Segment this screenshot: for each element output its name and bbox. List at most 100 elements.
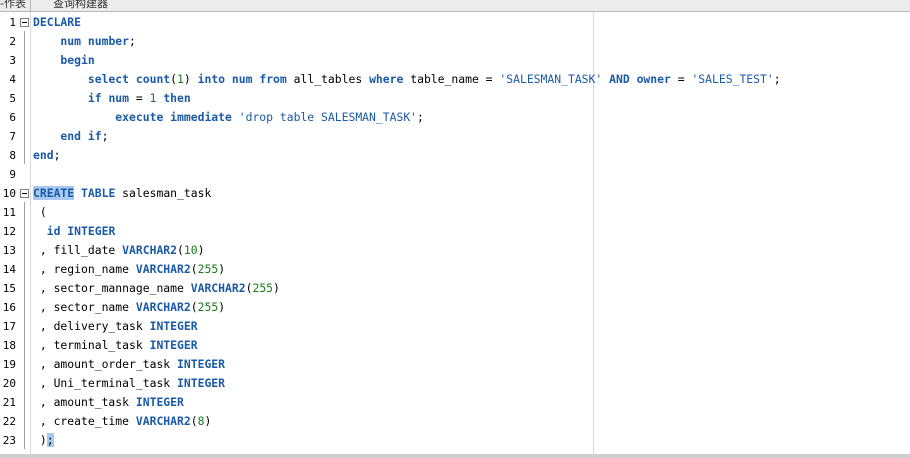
line-number: 8 <box>9 149 16 162</box>
code-token: 10 <box>183 243 198 257</box>
code-text: , delivery_task INTEGER <box>33 317 198 336</box>
code-token: , amount_order_task <box>33 357 178 371</box>
code-token: ) <box>183 72 198 86</box>
code-line[interactable]: 16 , sector_name VARCHAR2(255) <box>0 298 910 317</box>
code-token: VARCHAR2 <box>122 243 178 257</box>
code-text: if num = 1 then <box>33 89 191 108</box>
code-token: ( <box>33 205 47 219</box>
code-line[interactable]: 8 end; <box>0 146 910 165</box>
code-line[interactable]: 5 if num = 1 then <box>0 89 910 108</box>
code-token: if <box>87 129 102 143</box>
code-token: ) <box>197 243 205 257</box>
line-number: 3 <box>9 54 16 67</box>
code-token: 'drop table SALESMAN_TASK' <box>238 110 418 124</box>
line-number: 4 <box>9 73 16 86</box>
code-text: end if; <box>33 127 108 146</box>
code-line[interactable]: 13 , fill_date VARCHAR2(10) <box>0 241 910 260</box>
sql-editor[interactable]: 1 DECLARE 2 num number; 3 begin 4 select cou… <box>0 12 910 458</box>
code-token: into <box>197 72 232 86</box>
fold-collapse-icon[interactable] <box>20 18 29 27</box>
code-token: 'SALES_TEST' <box>691 72 774 86</box>
code-line[interactable]: 22 , create_time VARCHAR2(8) <box>0 412 910 431</box>
code-token: ) <box>218 300 226 314</box>
code-line[interactable]: 7 end if; <box>0 127 910 146</box>
code-token: , sector_mannage_name <box>33 281 191 295</box>
code-text: , terminal_task INTEGER <box>33 336 198 355</box>
code-token: ; <box>46 433 54 447</box>
code-token: DECLARE <box>33 15 82 29</box>
code-token: CREATE <box>33 186 75 200</box>
line-number: 10 <box>2 187 16 200</box>
code-token: num <box>231 72 260 86</box>
code-token: num <box>33 34 88 48</box>
code-line[interactable]: 21 , amount_task INTEGER <box>0 393 910 412</box>
code-text: , fill_date VARCHAR2(10) <box>33 241 205 260</box>
code-text: id INTEGER <box>33 222 116 241</box>
line-number: 13 <box>2 244 16 257</box>
fold-collapse-icon[interactable] <box>20 189 29 198</box>
code-text: ); <box>33 431 54 450</box>
code-token: number <box>87 34 130 48</box>
code-text: num number; <box>33 32 136 51</box>
code-token: ; <box>773 72 781 86</box>
editor-bottom-edge <box>0 454 910 458</box>
code-line[interactable]: 12 id INTEGER <box>0 222 910 241</box>
code-line[interactable]: 4 select count(1) into num from all_tabl… <box>0 70 910 89</box>
code-token: ) <box>273 281 280 295</box>
code-token: ( <box>190 262 198 276</box>
code-token: num <box>108 91 136 105</box>
code-line[interactable]: 17 , delivery_task INTEGER <box>0 317 910 336</box>
code-token: INTEGER <box>135 395 184 409</box>
code-token: 'SALESMAN_TASK' <box>499 72 603 86</box>
code-line[interactable]: 6 execute immediate 'drop table SALESMAN… <box>0 108 910 127</box>
code-line[interactable]: 11 ( <box>0 203 910 222</box>
code-token: VARCHAR2 <box>190 281 246 295</box>
code-line[interactable]: 19 , amount_order_task INTEGER <box>0 355 910 374</box>
code-line[interactable]: 2 num number; <box>0 32 910 51</box>
code-text: DECLARE <box>33 13 81 32</box>
code-token: ; <box>129 34 136 48</box>
code-text: end; <box>33 146 60 165</box>
code-token: all_tables <box>293 72 370 86</box>
code-line[interactable]: 18 , terminal_task INTEGER <box>0 336 910 355</box>
line-number: 17 <box>2 320 16 333</box>
code-token: , create_time <box>33 414 136 428</box>
code-token: = <box>135 91 150 105</box>
code-token: then <box>163 91 191 105</box>
tab-query-builder[interactable]: 查询构建器 <box>49 0 112 11</box>
code-token: immediate <box>170 110 239 124</box>
line-number: 14 <box>2 263 16 276</box>
code-line[interactable]: 20 , Uni_terminal_task INTEGER <box>0 374 910 393</box>
line-number: 7 <box>9 130 16 143</box>
code-token: ) <box>204 414 212 428</box>
code-line[interactable]: 10 CREATE TABLE salesman_task <box>0 184 910 203</box>
code-token: , terminal_task <box>33 338 150 352</box>
line-number: 15 <box>2 282 16 295</box>
line-number: 16 <box>2 301 16 314</box>
code-line[interactable]: 15 , sector_mannage_name VARCHAR2(255) <box>0 279 910 298</box>
code-token: ( <box>190 414 198 428</box>
code-text: execute immediate 'drop table SALESMAN_T… <box>33 108 424 127</box>
tab-worksheet[interactable]: -作表 <box>0 0 31 11</box>
code-text: ( <box>33 203 47 222</box>
code-text: , region_name VARCHAR2(255) <box>33 260 225 279</box>
code-token: 1 <box>177 72 184 86</box>
code-line[interactable]: 1 DECLARE <box>0 13 910 32</box>
code-token: 255 <box>197 262 219 276</box>
line-number: 20 <box>2 377 16 390</box>
code-token: , fill_date <box>33 243 123 257</box>
code-token: owner <box>636 72 678 86</box>
code-line[interactable]: 9 <box>0 165 910 184</box>
code-token: INTEGER <box>177 357 226 371</box>
code-token: count <box>135 72 171 86</box>
code-line[interactable]: 3 begin <box>0 51 910 70</box>
code-line[interactable]: 23 ); <box>0 431 910 450</box>
code-token: ( <box>177 243 184 257</box>
code-line[interactable]: 14 , region_name VARCHAR2(255) <box>0 260 910 279</box>
code-token: ; <box>53 148 61 162</box>
line-number: 12 <box>2 225 16 238</box>
code-token: , delivery_task <box>33 319 150 333</box>
line-number: 2 <box>9 35 16 48</box>
code-token: VARCHAR2 <box>135 262 191 276</box>
